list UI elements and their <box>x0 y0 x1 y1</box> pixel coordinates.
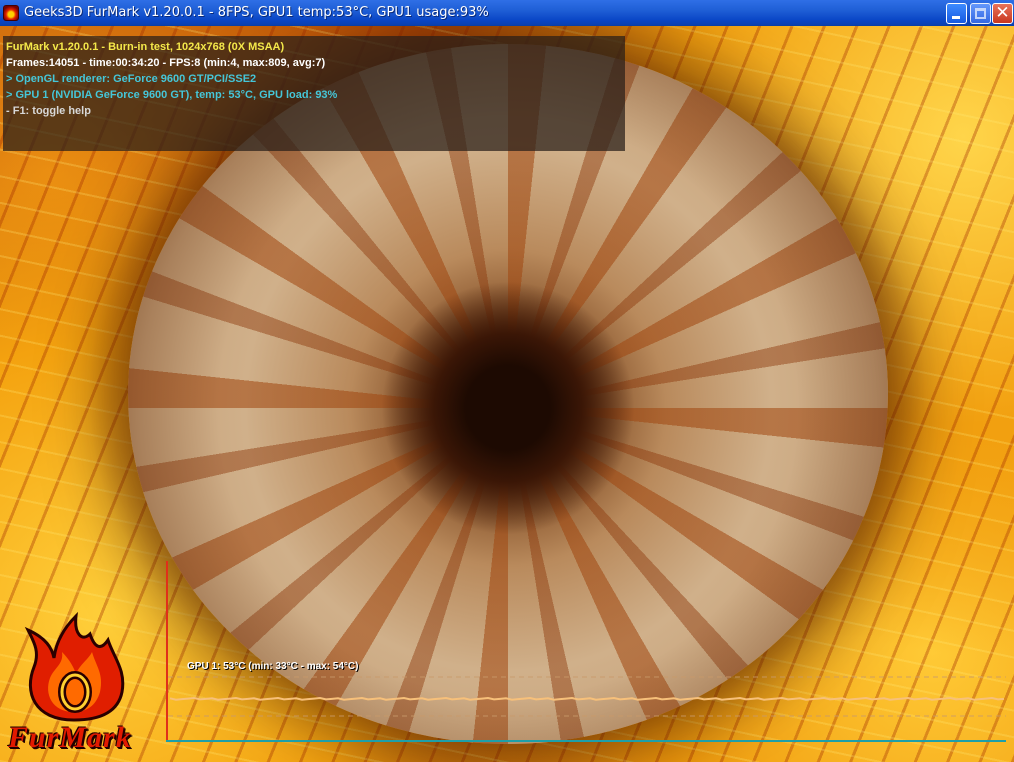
minimize-button[interactable] <box>946 3 967 24</box>
temperature-curve <box>169 696 1005 701</box>
hud-gpu-line: > GPU 1 (NVIDIA GeForce 9600 GT), temp: … <box>6 89 338 101</box>
furmark-logo: FurMark <box>4 611 154 757</box>
hud-stats-line: Frames:14051 - time:00:34:20 - FPS:8 (mi… <box>6 57 326 69</box>
info-hud: FurMark v1.20.0.1 - Burn-in test, 1024x7… <box>3 36 625 151</box>
maximize-button[interactable] <box>970 3 991 24</box>
gpu-temperature-graph <box>166 561 1006 742</box>
gpu-temperature-label: GPU 1: 53°C (min: 33°C - max: 54°C) <box>187 661 359 672</box>
furmark-flame-logo-icon <box>24 611 125 722</box>
hud-renderer-line: > OpenGL renderer: GeForce 9600 GT/PCI/S… <box>6 73 257 85</box>
render-viewport: FurMark v1.20.0.1 - Burn-in test, 1024x7… <box>0 26 1014 762</box>
minimize-icon <box>952 16 960 19</box>
hud-title-line: FurMark v1.20.0.1 - Burn-in test, 1024x7… <box>6 41 285 53</box>
close-icon: ✕ <box>995 3 1010 23</box>
window-title: Geeks3D FurMark v1.20.0.1 - 8FPS, GPU1 t… <box>24 5 489 20</box>
window-titlebar[interactable]: Geeks3D FurMark v1.20.0.1 - 8FPS, GPU1 t… <box>0 0 1014 26</box>
maximize-icon <box>975 8 986 19</box>
furmark-app-icon[interactable] <box>3 5 19 21</box>
furmark-logo-text: FurMark <box>8 721 132 754</box>
close-button[interactable]: ✕ <box>992 3 1013 24</box>
hud-help-line: - F1: toggle help <box>6 105 91 117</box>
